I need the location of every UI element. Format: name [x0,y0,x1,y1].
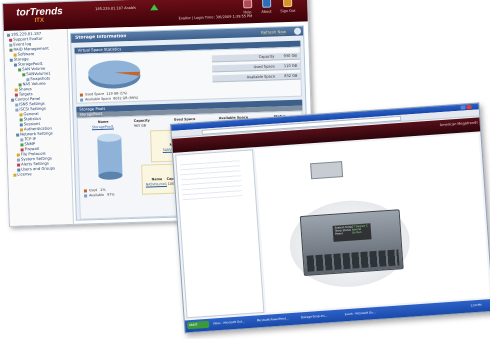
general-icon [19,112,23,117]
control-panel-icon [10,98,15,102]
alert-icon [17,163,21,167]
folder-icon [14,88,18,92]
file-protocol-icon [16,153,20,157]
status-values: 27 Degree C Normal On Run [351,224,368,235]
secondary-tree [179,156,243,201]
volume-icon [22,72,26,76]
close-icon[interactable] [466,104,472,110]
pool-header-used: Used Space [173,116,196,122]
about-button[interactable]: About [261,10,271,14]
settings-icon [15,108,19,112]
status-labels: System Temp Temp Status Power [334,225,353,236]
navigation-tree: 185.229.81.187 Support Evaltor Event log… [3,28,74,226]
license-icon [13,173,17,177]
about-icon[interactable] [261,0,272,8]
secondary-window: American Megatrends System Temp Temp Sta… [170,102,490,334]
space-pie-chart [88,60,141,89]
statistics-icon [19,117,23,122]
available-legend-swatch [80,98,84,102]
tcp-icon [20,137,24,141]
pool-available-legend: Available 97% [89,192,115,198]
pool-header-name: Name [97,119,109,125]
nas-header-name: Name [151,177,163,182]
maximize-icon[interactable] [460,105,466,110]
settings-icon [15,103,19,107]
storage-icon [9,58,13,62]
sign-out-button[interactable]: Sign Out [280,9,295,13]
nas-volume-link[interactable]: NASVolume1 [146,182,167,187]
help-icon[interactable] [243,0,253,9]
brand-product: ITX [34,17,45,24]
system-icon [16,158,20,162]
network-icon [16,133,20,137]
pool-used-legend: Used 2% [88,187,106,193]
taskbar-clock: 1:24 PM [470,302,482,308]
pool-available-swatch [84,194,88,198]
raid-icon [9,48,13,52]
help-button[interactable]: Help [243,10,251,14]
sessions-icon [19,122,23,126]
pool-name-link[interactable]: StoragePool1 [92,125,114,130]
server-icon [6,33,11,37]
device-thumbnail[interactable] [310,161,344,180]
volume-icon [18,67,22,72]
log-icon [9,43,13,47]
session-info: Evaltor | Login Time: 3/6/2009 1:39:55 P… [178,14,253,21]
sign-out-icon[interactable] [282,0,293,8]
used-legend-swatch [79,93,83,97]
pool-used-swatch [83,189,87,193]
pool-cylinder-chart [97,133,123,180]
support-icon [9,38,13,42]
header-info: 185.229.81.187 Anabls [95,5,137,12]
refresh-link[interactable]: Refresh Now [261,29,286,35]
snmp-icon [20,142,24,146]
pool-icon [13,63,17,67]
pool-header-capacity: Capacity [133,118,150,123]
pool-capacity: 965 GB [133,123,147,128]
tree-item[interactable]: License [13,171,32,177]
status-indicator-icon [150,4,159,11]
